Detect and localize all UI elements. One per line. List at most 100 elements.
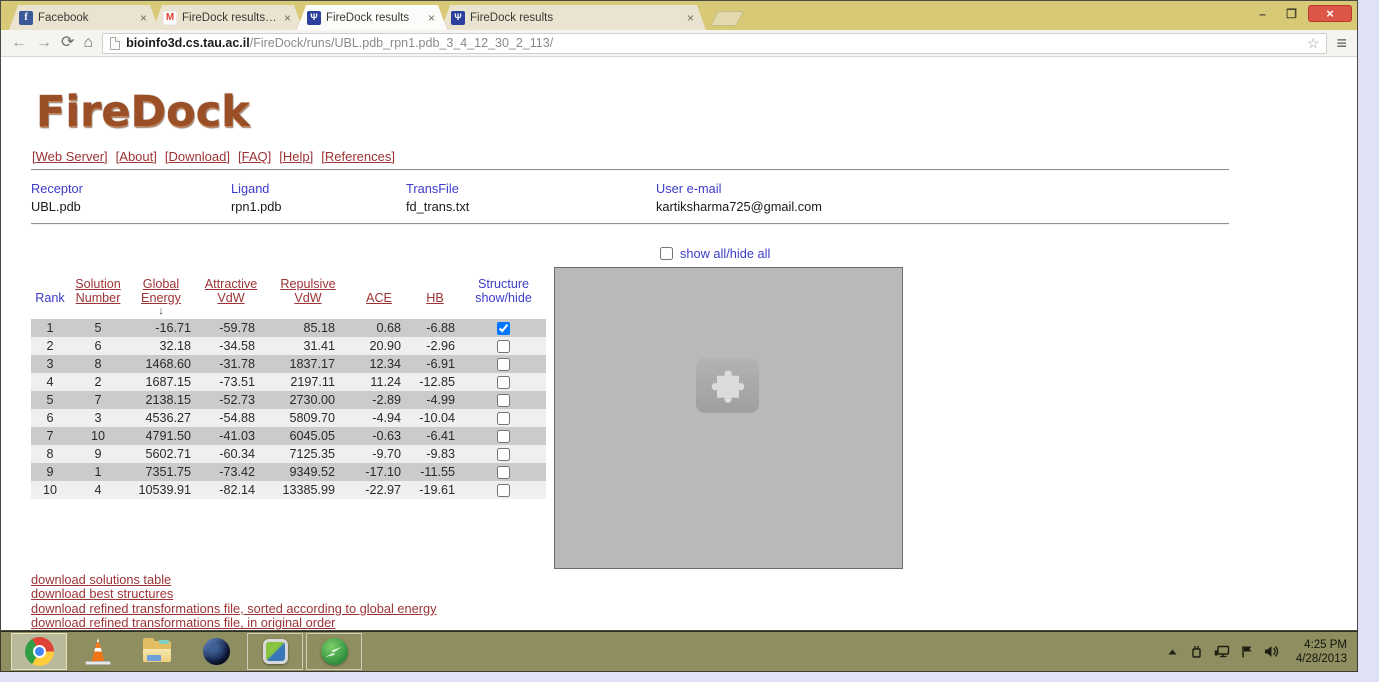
taskbar-app-vlc[interactable]	[70, 633, 126, 670]
tab-close-icon[interactable]: ×	[685, 11, 696, 25]
structure-checkbox[interactable]	[497, 430, 510, 443]
browser-tab[interactable]: ΨFireDock results×	[441, 5, 706, 30]
sort-link[interactable]: Attractive	[205, 277, 258, 291]
taskbar-app-browser-globe[interactable]	[188, 633, 244, 670]
sort-link[interactable]: HB	[426, 291, 444, 305]
cell-repulsive_vdw: 5809.70	[267, 409, 349, 427]
browser-menu-icon[interactable]: ≡	[1336, 34, 1347, 52]
cell-global_energy: 4536.27	[127, 409, 195, 427]
sort-link[interactable]: Solution	[75, 277, 121, 291]
clock-date: 4/28/2013	[1296, 652, 1347, 666]
nav-link[interactable]: About	[119, 149, 153, 164]
taskbar-app-download-manager[interactable]	[306, 633, 362, 670]
sort-link[interactable]: Number	[76, 291, 121, 305]
explorer-icon	[143, 641, 171, 662]
sort-link[interactable]: Energy	[141, 291, 181, 305]
cell-ace: 12.34	[349, 355, 409, 373]
nav-link[interactable]: References	[325, 149, 391, 164]
structure-checkbox[interactable]	[497, 394, 510, 407]
taskbar-clock[interactable]: 4:25 PM 4/28/2013	[1290, 638, 1347, 666]
show-all-checkbox[interactable]	[660, 247, 673, 260]
cell-attractive_vdw: -41.03	[195, 427, 267, 445]
nav-link[interactable]: Web Server	[36, 149, 104, 164]
cell-attractive_vdw: -60.34	[195, 445, 267, 463]
tab-close-icon[interactable]: ×	[138, 11, 149, 25]
forward-icon[interactable]: →	[36, 35, 52, 51]
download-link[interactable]: download refined transformations file, s…	[31, 602, 436, 616]
download-link[interactable]: download solutions table	[31, 573, 436, 587]
tab-title: FireDock results - kartiksh	[182, 12, 277, 24]
cell-attractive_vdw: -54.88	[195, 409, 267, 427]
cell-ace: 11.24	[349, 373, 409, 391]
cell-rank: 3	[31, 355, 69, 373]
browser-toolbar: ← → ⟳ ⌂ bioinfo3d.cs.tau.ac.il/FireDock/…	[1, 30, 1357, 57]
cell-repulsive_vdw: 31.41	[267, 337, 349, 355]
back-icon[interactable]: ←	[11, 35, 27, 51]
window-controls: – ❐ ×	[1250, 5, 1352, 22]
tau-icon: Ψ	[307, 11, 321, 25]
table-row: 7104791.50-41.036045.05-0.63-6.41	[31, 427, 546, 445]
nav-link[interactable]: FAQ	[242, 149, 268, 164]
volume-icon[interactable]	[1264, 645, 1279, 658]
column-header-repulsive-vdw: RepulsiveVdW	[267, 277, 349, 319]
structure-checkbox[interactable]	[497, 466, 510, 479]
download-link[interactable]: download best structures	[31, 587, 436, 601]
column-header-attractive-vdw: AttractiveVdW	[195, 277, 267, 319]
taskbar-app-explorer[interactable]	[129, 633, 185, 670]
sort-link[interactable]: ACE	[366, 291, 392, 305]
flag-icon[interactable]	[1241, 645, 1253, 658]
address-bar[interactable]: bioinfo3d.cs.tau.ac.il/FireDock/runs/UBL…	[102, 33, 1327, 54]
structure-viewer-plugin[interactable]	[554, 267, 903, 569]
cell-hb: -11.55	[409, 463, 461, 481]
minimize-button[interactable]: –	[1250, 5, 1275, 22]
cell-structure	[461, 391, 546, 409]
nav-link-group: [Help]	[279, 149, 313, 164]
structure-checkbox[interactable]	[497, 484, 510, 497]
bookmark-star-icon[interactable]: ☆	[1307, 35, 1320, 52]
table-row: 917351.75-73.429349.52-17.10-11.55	[31, 463, 546, 481]
structure-checkbox[interactable]	[497, 322, 510, 335]
network-icon[interactable]	[1214, 645, 1230, 658]
cell-repulsive_vdw: 2730.00	[267, 391, 349, 409]
sort-link[interactable]: VdW	[294, 291, 321, 305]
power-icon[interactable]	[1189, 645, 1203, 659]
cell-structure	[461, 427, 546, 445]
structure-checkbox[interactable]	[497, 412, 510, 425]
tab-close-icon[interactable]: ×	[426, 11, 437, 25]
tab-title: Facebook	[38, 12, 133, 24]
cell-hb: -12.85	[409, 373, 461, 391]
sort-arrow-icon	[349, 305, 409, 318]
download-link[interactable]: download refined transformations file, i…	[31, 616, 436, 630]
restore-button[interactable]: ❐	[1279, 5, 1304, 22]
taskbar-app-chrome[interactable]	[11, 633, 67, 670]
sort-link[interactable]: Global	[143, 277, 179, 291]
sort-link[interactable]: VdW	[217, 291, 244, 305]
browser-window: fFacebook×MFireDock results - kartiksh×Ψ…	[0, 0, 1358, 631]
home-icon[interactable]: ⌂	[83, 35, 93, 51]
cell-solution_number: 5	[69, 319, 127, 337]
sort-link[interactable]: Repulsive	[280, 277, 335, 291]
tab-close-icon[interactable]: ×	[282, 11, 293, 25]
browser-tab[interactable]: fFacebook×	[9, 5, 159, 30]
cell-global_energy: 7351.75	[127, 463, 195, 481]
structure-checkbox[interactable]	[497, 448, 510, 461]
taskbar-app-media-app[interactable]	[247, 633, 303, 670]
cell-attractive_vdw: -82.14	[195, 481, 267, 499]
browser-tab[interactable]: ΨFireDock results×	[297, 5, 447, 30]
nav-link[interactable]: Help	[283, 149, 310, 164]
nav-link[interactable]: Download	[169, 149, 227, 164]
reload-icon[interactable]: ⟳	[61, 35, 74, 51]
url-path: /FireDock/runs/UBL.pdb_rpn1.pdb_3_4_12_3…	[250, 36, 553, 50]
cell-structure	[461, 355, 546, 373]
hidden-icons-icon[interactable]	[1167, 647, 1178, 657]
structure-checkbox[interactable]	[497, 376, 510, 389]
cell-structure	[461, 319, 546, 337]
structure-checkbox[interactable]	[497, 358, 510, 371]
cell-ace: -2.89	[349, 391, 409, 409]
show-all-toggle[interactable]: show all/hide all	[660, 246, 770, 261]
structure-checkbox[interactable]	[497, 340, 510, 353]
browser-tab[interactable]: MFireDock results - kartiksh×	[153, 5, 303, 30]
new-tab-button[interactable]	[710, 11, 744, 26]
sort-arrow-icon	[409, 305, 461, 318]
close-button[interactable]: ×	[1308, 5, 1352, 22]
